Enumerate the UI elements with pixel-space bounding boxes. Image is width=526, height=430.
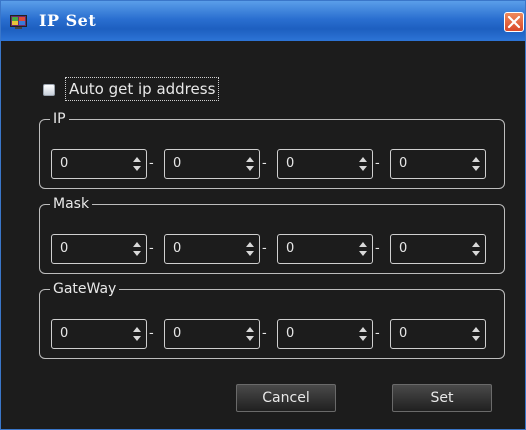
octet-value: 0 (60, 156, 69, 171)
mask-octet-1-spinbox[interactable]: 0 (51, 234, 147, 264)
octet-separator: - (149, 326, 154, 341)
spin-arrows-icon[interactable] (245, 324, 255, 344)
ip-octet-2-spinbox[interactable]: 0 (164, 149, 260, 179)
title-bar[interactable]: IP Set (1, 1, 525, 41)
spin-arrows-icon[interactable] (132, 324, 142, 344)
gateway-octet-3-spinbox[interactable]: 0 (277, 319, 373, 349)
gateway-octet-4-spinbox[interactable]: 0 (390, 319, 486, 349)
octet-value: 0 (173, 156, 182, 171)
octet-separator: - (375, 241, 380, 256)
spin-arrows-icon[interactable] (471, 324, 481, 344)
octet-separator: - (375, 326, 380, 341)
spin-arrows-icon[interactable] (358, 239, 368, 259)
octet-separator: - (375, 156, 380, 171)
ip-group: IP 0 - 0 - 0 - 0 (39, 110, 505, 189)
gateway-octet-1-spinbox[interactable]: 0 (51, 319, 147, 349)
gateway-octet-2-spinbox[interactable]: 0 (164, 319, 260, 349)
ip-octet-4-spinbox[interactable]: 0 (390, 149, 486, 179)
cancel-button[interactable]: Cancel (236, 384, 336, 412)
octet-separator: - (149, 156, 154, 171)
mask-group: Mask 0 - 0 - 0 - 0 (39, 195, 505, 274)
octet-value: 0 (286, 241, 295, 256)
ip-group-title: IP (50, 110, 69, 128)
close-button[interactable] (504, 12, 524, 32)
octet-value: 0 (60, 241, 69, 256)
spin-arrows-icon[interactable] (132, 154, 142, 174)
octet-value: 0 (173, 241, 182, 256)
octet-value: 0 (286, 326, 295, 341)
spin-arrows-icon[interactable] (132, 239, 142, 259)
spin-arrows-icon[interactable] (471, 154, 481, 174)
mask-group-title: Mask (50, 195, 93, 213)
auto-ip-checkbox[interactable] (43, 84, 55, 96)
mask-octet-3-spinbox[interactable]: 0 (277, 234, 373, 264)
window-title: IP Set (39, 11, 97, 30)
ip-octet-1-spinbox[interactable]: 0 (51, 149, 147, 179)
gateway-group-title: GateWay (50, 280, 120, 298)
octet-separator: - (149, 241, 154, 256)
ip-set-dialog: IP Set Auto get ip address IP 0 - 0 - 0 … (0, 0, 526, 430)
set-button[interactable]: Set (392, 384, 492, 412)
gateway-group: GateWay 0 - 0 - 0 - 0 (39, 280, 505, 359)
octet-value: 0 (399, 241, 408, 256)
spin-arrows-icon[interactable] (358, 154, 368, 174)
octet-value: 0 (399, 156, 408, 171)
spin-arrows-icon[interactable] (245, 154, 255, 174)
mask-octet-4-spinbox[interactable]: 0 (390, 234, 486, 264)
octet-separator: - (262, 156, 267, 171)
octet-value: 0 (399, 326, 408, 341)
octet-value: 0 (286, 156, 295, 171)
spin-arrows-icon[interactable] (471, 239, 481, 259)
spin-arrows-icon[interactable] (245, 239, 255, 259)
ip-octet-3-spinbox[interactable]: 0 (277, 149, 373, 179)
octet-value: 0 (60, 326, 69, 341)
spin-arrows-icon[interactable] (358, 324, 368, 344)
octet-separator: - (262, 326, 267, 341)
mask-octet-2-spinbox[interactable]: 0 (164, 234, 260, 264)
app-icon (10, 14, 27, 29)
octet-separator: - (262, 241, 267, 256)
auto-ip-label[interactable]: Auto get ip address (65, 77, 220, 101)
octet-value: 0 (173, 326, 182, 341)
